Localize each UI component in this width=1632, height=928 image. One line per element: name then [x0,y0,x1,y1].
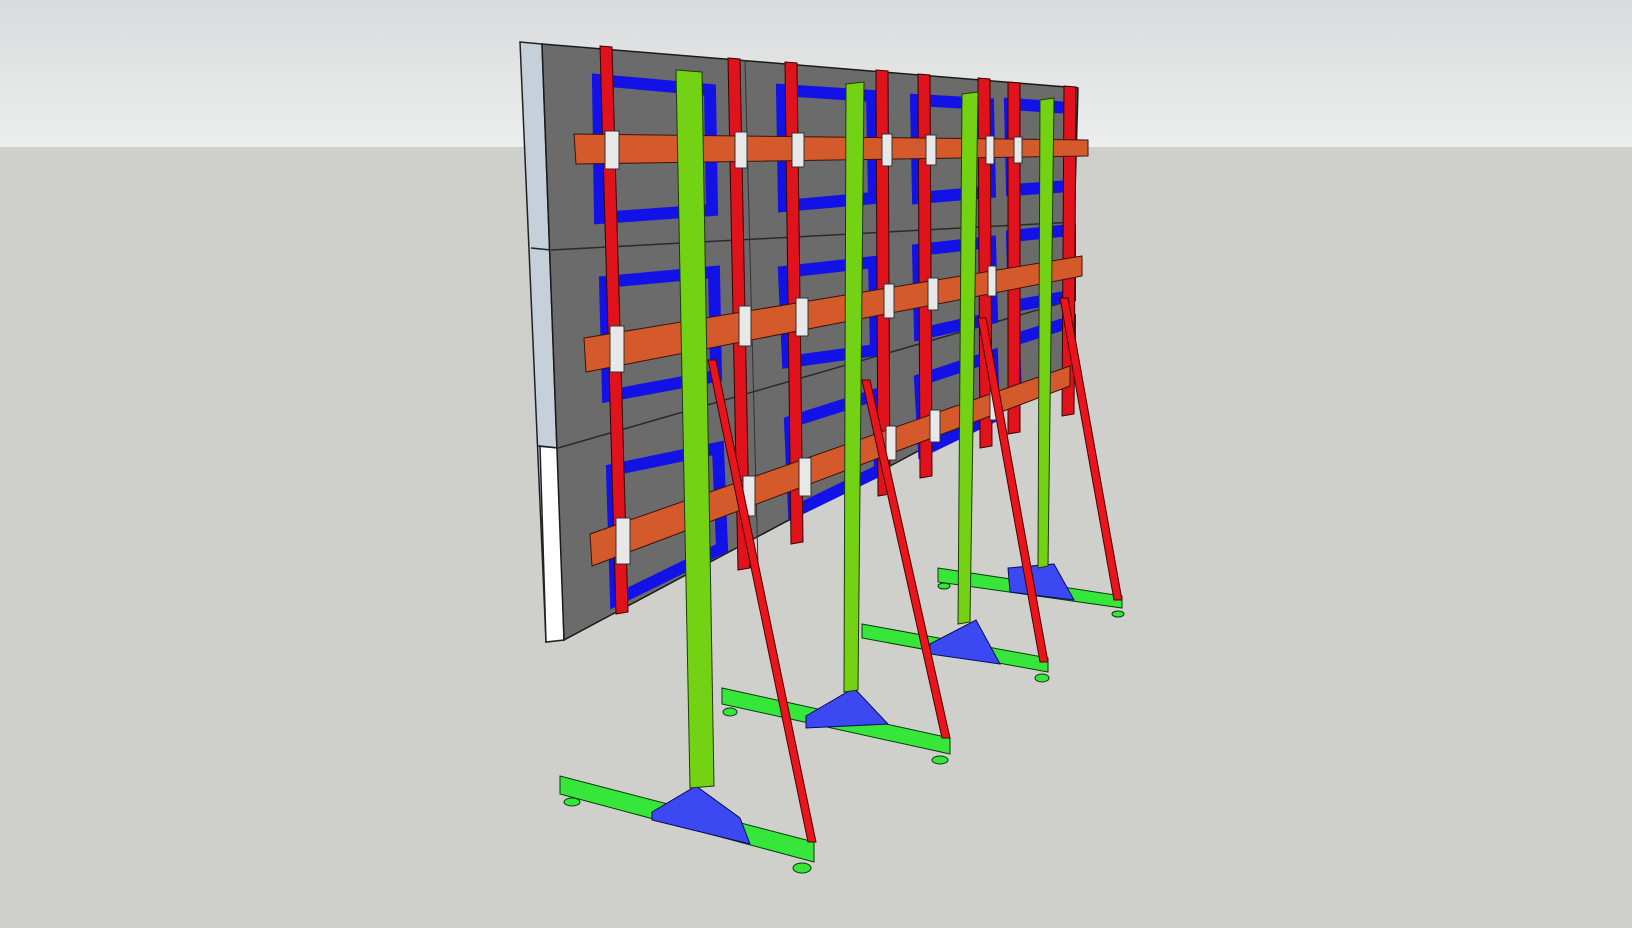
3d-model-scene[interactable] [0,0,1632,928]
modeling-viewport[interactable] [0,0,1632,928]
